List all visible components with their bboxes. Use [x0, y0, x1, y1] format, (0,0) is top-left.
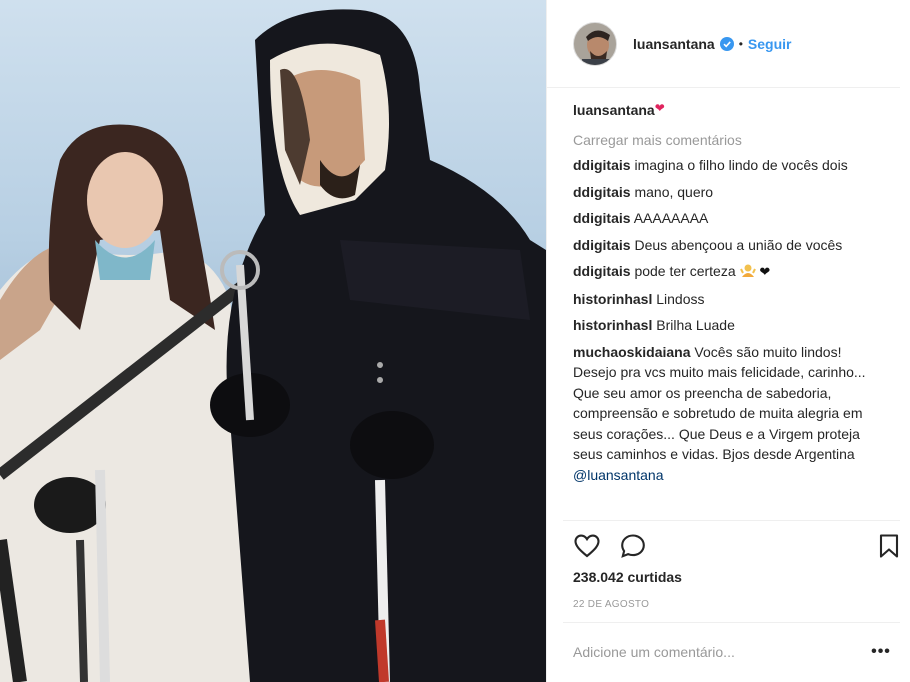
comment-text: Vocês são muito lindos! Desejo pra vcs m… — [573, 343, 866, 463]
list-item: ddigitais imagina o filho lindo de vocês… — [573, 155, 883, 176]
caption-heart-emoji: ❤ — [654, 101, 665, 115]
verified-badge-icon — [719, 36, 734, 51]
caption: luansantana❤ — [573, 100, 883, 120]
follow-button[interactable]: Seguir — [748, 36, 792, 52]
post-date[interactable]: 22 DE AGOSTO — [573, 599, 649, 610]
list-item: ddigitais mano, quero — [573, 182, 883, 203]
list-item: muchaoskidaiana Vocês são muito lindos! … — [573, 342, 883, 486]
comment-username[interactable]: ddigitais — [573, 237, 631, 253]
list-item: ddigitais AAAAAAAA — [573, 208, 883, 229]
action-bar — [573, 532, 903, 560]
comment-text: AAAAAAAA — [633, 210, 709, 226]
post-side-panel: luansantana • Seguir luansantana❤ Carreg… — [546, 0, 910, 682]
comment-text: pode ter certeza — [634, 263, 736, 279]
caption-username[interactable]: luansantana — [573, 102, 655, 118]
more-options-button[interactable]: ••• — [869, 640, 893, 664]
header-separator: • — [738, 36, 743, 51]
list-item: ddigitais pode ter certeza ❤ — [573, 261, 883, 283]
comment-username[interactable]: ddigitais — [573, 184, 631, 200]
list-item: historinhasl Lindoss — [573, 289, 883, 310]
list-item: historinhasl Brilha Luade — [573, 315, 883, 336]
post-header: luansantana • Seguir — [547, 0, 900, 88]
comment-username[interactable]: historinhasl — [573, 291, 652, 307]
comment-text: mano, quero — [634, 183, 714, 200]
add-comment-input[interactable] — [573, 640, 853, 664]
load-more-comments-button[interactable]: Carregar mais comentários — [573, 131, 883, 149]
avatar[interactable] — [573, 21, 617, 66]
divider — [563, 622, 900, 623]
comment-mention-link[interactable]: @luansantana — [573, 467, 664, 483]
comment-username[interactable]: ddigitais — [573, 157, 631, 173]
comment-text: Deus abençoou a união de vocês — [634, 236, 843, 253]
post-photo-illustration — [0, 9, 546, 682]
likes-count[interactable]: 238.042 curtidas — [573, 569, 682, 585]
divider — [563, 520, 900, 521]
instagram-post-modal: luansantana • Seguir luansantana❤ Carreg… — [0, 0, 910, 682]
header-username[interactable]: luansantana — [633, 36, 715, 52]
comment-text: Lindoss — [656, 290, 705, 307]
comment-username[interactable]: ddigitais — [573, 263, 631, 279]
comments-list[interactable]: luansantana❤ Carregar mais comentários d… — [573, 100, 883, 518]
comment-username[interactable]: ddigitais — [573, 210, 631, 226]
avatar-image-icon — [574, 22, 616, 65]
person-raising-hands-emoji-icon — [739, 264, 756, 277]
comment-username[interactable]: historinhasl — [573, 317, 652, 333]
comment-text: imagina o filho lindo de vocês dois — [634, 157, 848, 173]
post-photo[interactable] — [0, 0, 546, 682]
comment-text: Brilha Luade — [656, 317, 735, 333]
comment-username[interactable]: muchaoskidaiana — [573, 344, 691, 360]
speech-bubble-icon[interactable] — [619, 532, 647, 560]
list-item: ddigitais Deus abençoou a união de vocês — [573, 235, 883, 256]
black-heart-emoji: ❤ — [759, 264, 771, 279]
heart-outline-icon[interactable] — [573, 532, 601, 560]
bookmark-icon[interactable] — [875, 532, 903, 560]
